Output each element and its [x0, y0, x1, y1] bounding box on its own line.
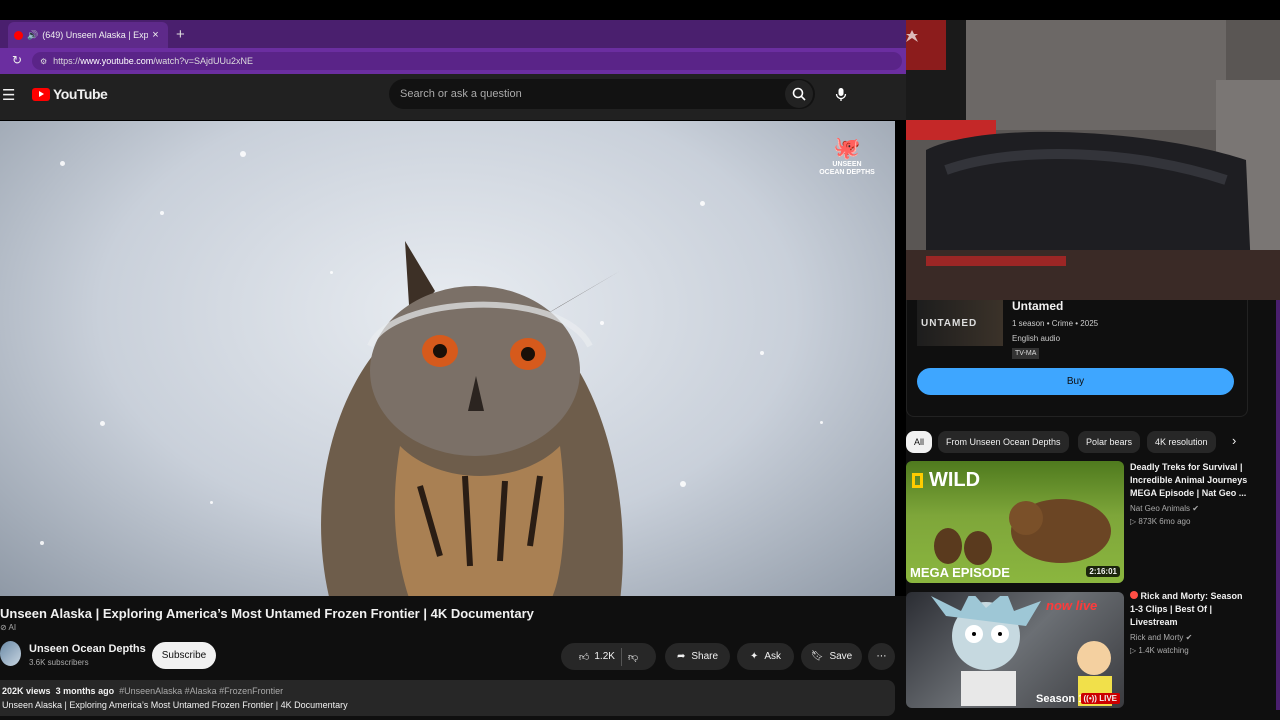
tab-title: (649) Unseen Alaska | Explorin [42, 30, 149, 40]
chip-polar-bears[interactable]: Polar bears [1078, 431, 1141, 453]
share-button[interactable]: ➦ Share [665, 643, 730, 670]
live-signal-icon: ((•)) [1083, 694, 1097, 703]
offer-title[interactable]: Untamed [1012, 299, 1063, 313]
youtube-logo-text: YouTube [53, 86, 108, 102]
bookmark-icon: 🔖︎ [810, 651, 824, 662]
webcam-room-image [906, 20, 1280, 300]
recommendation-stats-text: 1.4K watching [1138, 646, 1189, 655]
microphone-icon [835, 87, 847, 101]
search-input[interactable]: Search or ask a question [389, 79, 815, 109]
verified-icon: ✔ [1185, 633, 1193, 642]
now-live-label: now live [1046, 598, 1098, 613]
ai-badge: ⊘ AI [0, 623, 17, 632]
shorts-play-icon: ▷ [1130, 646, 1137, 655]
thumbs-up-icon: 👍︎ [578, 651, 590, 663]
video-player[interactable]: 🐙 UNSEEN OCEAN DEPTHS [0, 121, 895, 596]
recommendation-thumbnail[interactable]: WILD MEGA EPISODE 2:16:01 [906, 461, 1124, 583]
ask-label: Ask [764, 651, 782, 662]
more-icon: ⋯ [876, 651, 887, 662]
recommendation-title[interactable]: Rick and Morty: Season 1-3 Clips | Best … [1130, 590, 1248, 629]
tab-close-icon[interactable]: × [152, 29, 158, 41]
youtube-favicon-icon [14, 30, 23, 40]
chip-all[interactable]: All [906, 431, 933, 453]
more-actions-button[interactable]: ⋯ [868, 643, 895, 670]
live-badge-label: LIVE [1099, 694, 1117, 703]
octopus-logo-icon: 🐙 [833, 135, 861, 160]
url-host: www.youtube.com [80, 56, 154, 66]
share-icon: ➦ [676, 651, 686, 662]
recommendation-channel-name: Rick and Morty [1130, 633, 1184, 642]
recommendation-channel[interactable]: Rick and Morty ✔ [1130, 633, 1192, 642]
browser-tab[interactable]: 🔊 (649) Unseen Alaska | Explorin × [8, 22, 168, 48]
like-button[interactable]: 👍︎ 1.2K [579, 651, 615, 663]
channel-avatar[interactable] [0, 641, 21, 666]
watermark-line2: OCEAN DEPTHS [819, 169, 875, 176]
live-badge: ((•)) LIVE [1080, 693, 1120, 704]
owl-illustration [321, 241, 623, 596]
webcam-overlay [906, 20, 1280, 300]
speaker-icon[interactable]: 🔊 [27, 30, 38, 41]
scrollbar[interactable] [1276, 300, 1280, 710]
offer-audio: English audio [1012, 334, 1061, 343]
chevron-right-icon[interactable]: › [1232, 433, 1236, 448]
natgeo-frame-icon [912, 473, 923, 488]
verified-icon: ✔ [1192, 504, 1199, 513]
site-info-icon[interactable]: ⚙ [40, 57, 47, 66]
chip-4k-resolution[interactable]: 4K resolution [1147, 431, 1216, 453]
recommendation-title-text: Rick and Morty: Season 1-3 Clips | Best … [1130, 591, 1243, 627]
channel-watermark: 🐙 UNSEEN OCEAN DEPTHS [807, 135, 887, 177]
recommendation-channel-name: Nat Geo Animals [1130, 504, 1191, 513]
search-button[interactable] [785, 80, 813, 108]
hashtags[interactable]: #UnseenAlaska #Alaska #FrozenFrontier [119, 686, 283, 696]
like-count: 1.2K [594, 651, 615, 662]
hamburger-menu-icon[interactable]: ☰ [2, 86, 15, 104]
live-dot-icon [1130, 591, 1138, 599]
chip-from-channel[interactable]: From Unseen Ocean Depths [938, 431, 1069, 453]
upload-age: 3 months ago [55, 686, 115, 696]
voice-search-button[interactable] [827, 80, 855, 108]
recommendation-stats: ▷ 1.4K watching [1130, 646, 1189, 655]
share-label: Share [691, 651, 719, 662]
youtube-logo[interactable]: YouTube [32, 86, 108, 102]
description-text: Unseen Alaska | Exploring America’s Most… [2, 700, 348, 710]
recommendation-title[interactable]: Deadly Treks for Survival | Incredible A… [1130, 461, 1248, 500]
save-button[interactable]: 🔖︎ Save [801, 643, 862, 670]
video-title: Unseen Alaska | Exploring America’s Most… [0, 606, 534, 621]
new-tab-button[interactable]: + [176, 26, 185, 43]
recommendation-stats-text: 873K 6mo ago [1138, 517, 1191, 526]
recommendation-stats: ▷ 873K 6mo ago [1130, 517, 1190, 526]
like-dislike-group: 👍︎ 1.2K 👎︎ [561, 643, 656, 670]
recommendation-thumbnail[interactable]: now live Season 1- ((•)) LIVE [906, 592, 1124, 708]
sparkle-icon: ✦ [749, 651, 759, 662]
like-divider [620, 647, 622, 666]
search-icon [792, 87, 806, 101]
buy-button[interactable]: Buy [917, 368, 1234, 395]
url-field[interactable]: ⚙ https://www.youtube.com/watch?v=SAjdUU… [32, 52, 902, 70]
channel-subscribers: 3.6K subscribers [29, 658, 89, 667]
url-path: /watch?v=SAjdUUu2xNE [153, 56, 254, 66]
reload-icon[interactable]: ↻ [12, 53, 22, 67]
channel-name[interactable]: Unseen Ocean Depths [29, 643, 146, 655]
description-meta: 202K views 3 months ago #UnseenAlaska #A… [2, 686, 283, 696]
ai-badge-label: AI [8, 623, 17, 632]
ask-button[interactable]: ✦ Ask [737, 643, 794, 670]
video-duration: 2:16:01 [1086, 566, 1120, 577]
thumbs-down-icon[interactable]: 👎︎ [628, 651, 638, 663]
watermark-line1: UNSEEN [832, 161, 862, 168]
offer-meta: 1 season • Crime • 2025 [1012, 319, 1099, 328]
youtube-play-icon [32, 87, 50, 101]
subscribe-button[interactable]: Subscribe [152, 642, 216, 669]
recommendation-channel[interactable]: Nat Geo Animals ✔ [1130, 504, 1199, 513]
view-count: 202K views [2, 686, 51, 696]
shorts-play-icon: ▷ [1130, 517, 1137, 526]
bear-illustration [934, 499, 1111, 565]
save-label: Save [829, 651, 853, 662]
thumb-label-mega: MEGA EPISODE [910, 565, 1010, 580]
offer-rating-badge: TV-MA [1012, 348, 1040, 359]
untamed-poster[interactable]: UNTAMED [917, 300, 1003, 346]
url-prefix: https:// [53, 56, 81, 66]
